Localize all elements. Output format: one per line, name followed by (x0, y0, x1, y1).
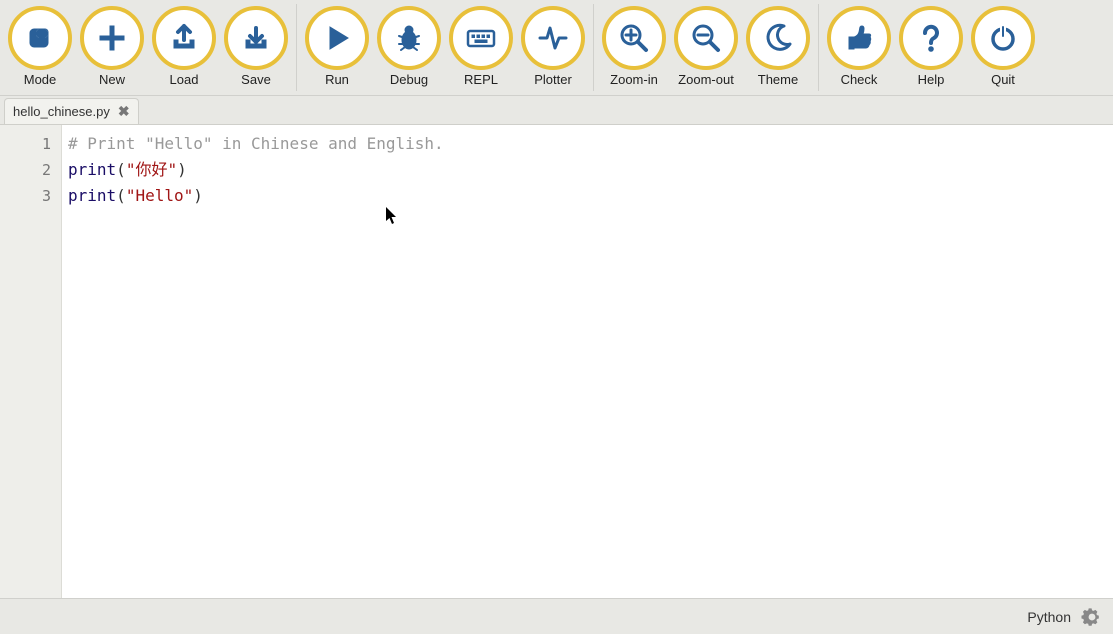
code-line: print("Hello") (68, 183, 1113, 209)
editor[interactable]: 123 # Print "Hello" in Chinese and Engli… (0, 124, 1113, 598)
toolbar-label: Load (170, 72, 199, 87)
toolbar-label: Zoom-in (610, 72, 658, 87)
toolbar-group: Mode New Load Save (0, 4, 297, 91)
status-language: Python (1027, 609, 1071, 625)
toolbar-group: Run Debug REPL Plotter (297, 4, 594, 91)
repl-button[interactable]: REPL (445, 4, 517, 91)
toolbar-label: Check (841, 72, 878, 87)
tab-filename: hello_chinese.py (13, 104, 110, 119)
toolbar-label: Mode (24, 72, 57, 87)
line-number: 3 (0, 183, 51, 209)
line-number: 1 (0, 131, 51, 157)
load-icon (152, 6, 216, 70)
bug-icon (377, 6, 441, 70)
plotter-button[interactable]: Plotter (517, 4, 589, 91)
help-button[interactable]: Help (895, 4, 967, 91)
toolbar-group: Zoom-in Zoom-out Theme (594, 4, 819, 91)
code-line: print("你好") (68, 157, 1113, 183)
run-button[interactable]: Run (301, 4, 373, 91)
tab-bar: hello_chinese.py ✖ (0, 96, 1113, 124)
save-button[interactable]: Save (220, 4, 292, 91)
moon-icon (746, 6, 810, 70)
status-bar: Python (0, 598, 1113, 634)
toolbar-label: Debug (390, 72, 428, 87)
keyboard-icon (449, 6, 513, 70)
save-icon (224, 6, 288, 70)
zoomout-icon (674, 6, 738, 70)
debug-button[interactable]: Debug (373, 4, 445, 91)
toolbar-label: Theme (758, 72, 798, 87)
mode-icon (8, 6, 72, 70)
code-area[interactable]: # Print "Hello" in Chinese and English.p… (62, 125, 1113, 598)
code-line: # Print "Hello" in Chinese and English. (68, 131, 1113, 157)
pulse-icon (521, 6, 585, 70)
toolbar-label: Plotter (534, 72, 572, 87)
toolbar-label: Quit (991, 72, 1015, 87)
zoomin-button[interactable]: Zoom-in (598, 4, 670, 91)
toolbar-label: Run (325, 72, 349, 87)
toolbar-label: Help (918, 72, 945, 87)
question-icon (899, 6, 963, 70)
load-button[interactable]: Load (148, 4, 220, 91)
zoomout-button[interactable]: Zoom-out (670, 4, 742, 91)
toolbar: Mode New Load Save Run Debug REPL Plotter Zoom-i… (0, 0, 1113, 96)
toolbar-label: REPL (464, 72, 498, 87)
line-number: 2 (0, 157, 51, 183)
toolbar-label: New (99, 72, 125, 87)
zoomin-icon (602, 6, 666, 70)
toolbar-label: Zoom-out (678, 72, 734, 87)
line-number-gutter: 123 (0, 125, 62, 598)
mouse-cursor-icon (386, 207, 398, 233)
play-icon (305, 6, 369, 70)
power-icon (971, 6, 1035, 70)
new-button[interactable]: New (76, 4, 148, 91)
thumb-icon (827, 6, 891, 70)
close-icon[interactable]: ✖ (118, 103, 130, 120)
theme-button[interactable]: Theme (742, 4, 814, 91)
plus-icon (80, 6, 144, 70)
quit-button[interactable]: Quit (967, 4, 1039, 91)
file-tab[interactable]: hello_chinese.py ✖ (4, 98, 139, 124)
settings-gear-icon[interactable] (1081, 606, 1103, 628)
toolbar-label: Save (241, 72, 271, 87)
check-button[interactable]: Check (823, 4, 895, 91)
mode-button[interactable]: Mode (4, 4, 76, 91)
toolbar-group: Check Help Quit (819, 4, 1043, 91)
